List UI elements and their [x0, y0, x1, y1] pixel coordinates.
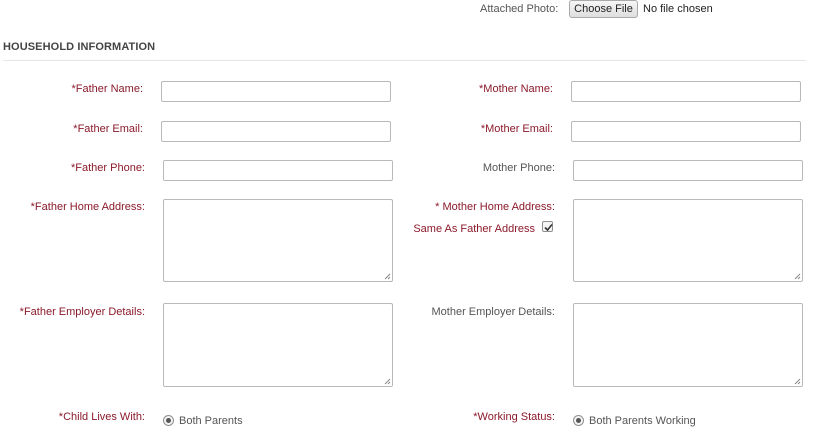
mother-phone-label: Mother Phone: — [482, 162, 555, 174]
father-name-input[interactable] — [161, 81, 391, 102]
both-parents-radio-label: Both Parents — [179, 415, 243, 427]
father-name-label: *Father Name: — [71, 83, 143, 95]
father-email-input[interactable] — [161, 121, 391, 142]
father-employer-details-textarea[interactable] — [163, 303, 393, 387]
father-phone-input[interactable] — [163, 160, 393, 181]
same-as-father-address-checkbox[interactable] — [542, 221, 553, 232]
checkmark-icon — [544, 223, 553, 232]
mother-email-input[interactable] — [571, 121, 801, 142]
mother-home-address-label: * Mother Home Address: — [435, 201, 555, 213]
same-as-father-address-label: Same As Father Address — [413, 223, 535, 235]
file-status-text: No file chosen — [643, 3, 713, 15]
mother-phone-input[interactable] — [573, 160, 803, 181]
father-home-address-label: *Father Home Address: — [30, 201, 145, 213]
mother-employer-details-label: Mother Employer Details: — [431, 306, 556, 318]
choose-file-button[interactable]: Choose File — [569, 0, 638, 18]
both-parents-working-radio-label: Both Parents Working — [589, 415, 696, 427]
resize-grip-icon[interactable] — [793, 272, 801, 280]
mother-employer-details-textarea[interactable] — [573, 303, 803, 387]
father-email-label: *Father Email: — [73, 123, 143, 135]
mother-email-label: *Mother Email: — [480, 123, 553, 135]
both-parents-radio[interactable] — [163, 415, 174, 426]
resize-grip-icon[interactable] — [383, 272, 391, 280]
attached-photo-label: Attached Photo: — [480, 3, 559, 15]
both-parents-working-radio[interactable] — [573, 415, 584, 426]
mother-name-input[interactable] — [571, 81, 801, 102]
mother-name-label: *Mother Name: — [479, 83, 553, 95]
working-status-label: *Working Status: — [473, 411, 555, 423]
father-phone-label: *Father Phone: — [71, 162, 145, 174]
section-divider — [3, 60, 806, 61]
mother-home-address-textarea[interactable] — [573, 199, 803, 282]
child-lives-with-label: *Child Lives With: — [58, 411, 145, 423]
resize-grip-icon[interactable] — [793, 377, 801, 385]
father-employer-details-label: *Father Employer Details: — [19, 306, 145, 318]
father-home-address-textarea[interactable] — [163, 199, 393, 282]
resize-grip-icon[interactable] — [383, 377, 391, 385]
section-title: HOUSEHOLD INFORMATION — [3, 41, 156, 53]
